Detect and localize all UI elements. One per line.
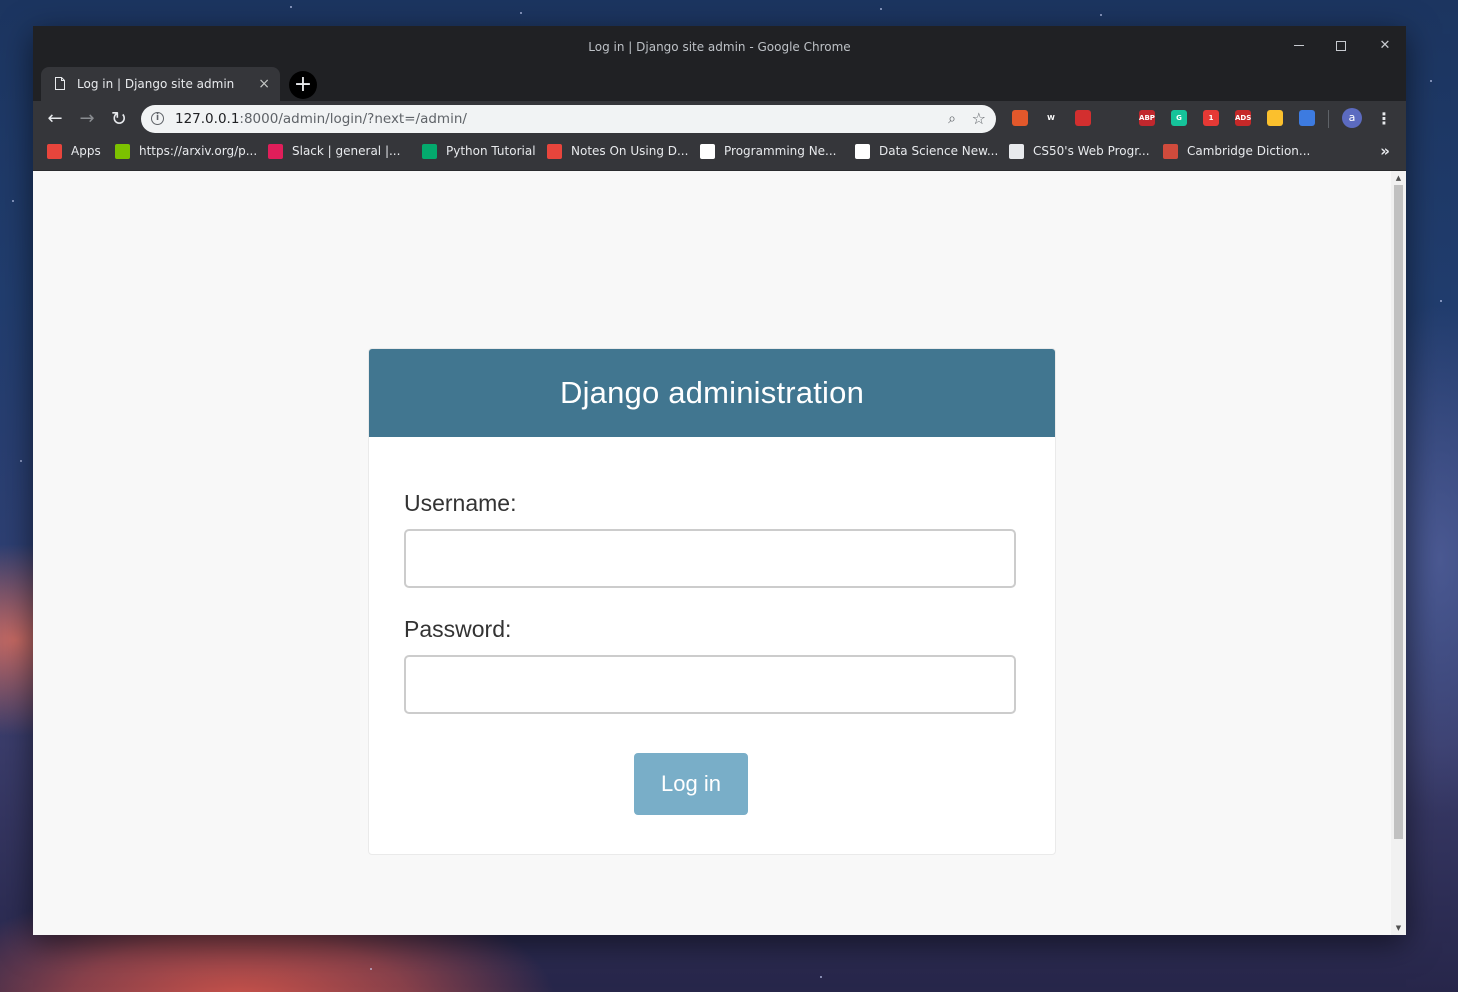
close-window-button[interactable]: ✕ — [1364, 26, 1406, 67]
tab-title: Log in | Django site admin — [77, 77, 235, 91]
ext-ads-icon[interactable]: ADS — [1235, 110, 1251, 126]
apps-grid-icon — [47, 144, 62, 159]
desktop-star — [520, 12, 522, 14]
username-label: Username: — [404, 490, 517, 516]
site-name: Django administration — [559, 375, 865, 410]
bookmark-label: Data Science New... — [879, 144, 999, 158]
page-scrollbar[interactable]: ▲ ▼ — [1391, 171, 1406, 935]
maximize-button[interactable] — [1320, 26, 1362, 67]
ext-bars-icon[interactable] — [1012, 110, 1028, 126]
ext-window-icon[interactable] — [1299, 110, 1315, 126]
minimize-button[interactable] — [1278, 26, 1320, 67]
ext-fist-icon[interactable] — [1107, 110, 1123, 126]
url-host: 127.0.0.1 — [175, 111, 240, 127]
bookmark-star-icon[interactable]: ☆ — [972, 105, 986, 133]
login-button[interactable]: Log in — [634, 753, 748, 815]
ext-hand-icon[interactable] — [1075, 110, 1091, 126]
desktop-star — [1100, 14, 1102, 16]
tab-login[interactable]: Log in | Django site admin × — [41, 67, 280, 101]
bookmark-label: Slack | general |... — [292, 144, 401, 158]
bookmark-label: Apps — [71, 144, 101, 158]
bookmark-label: Python Tutorial — [446, 144, 536, 158]
medium-icon — [855, 144, 870, 159]
cambridge-icon — [1163, 144, 1178, 159]
bookmark-label: https://arxiv.org/p... — [139, 144, 258, 158]
desktop-star — [1430, 80, 1432, 82]
bookmarks-bar: » Apps https://arxiv.org/p... Slack | gene… — [33, 137, 1406, 171]
page-viewport: Django administration Username: Password… — [33, 171, 1406, 935]
arxiv-icon — [115, 144, 130, 159]
desktop-star — [370, 968, 372, 970]
ext-badge-icon[interactable]: 1 — [1203, 110, 1219, 126]
window-titlebar: Log in | Django site admin - Google Chro… — [33, 26, 1406, 67]
desktop-star — [12, 200, 14, 202]
login-panel: Django administration Username: Password… — [368, 348, 1056, 855]
url-text[interactable]: 127.0.0.1:8000/admin/login/?next=/admin/ — [175, 105, 467, 133]
address-bar[interactable]: i 127.0.0.1:8000/admin/login/?next=/admi… — [141, 105, 996, 133]
reload-icon[interactable]: ↻ — [104, 104, 134, 134]
tab-close-icon[interactable]: × — [258, 67, 270, 101]
ext-w-icon[interactable]: W — [1043, 110, 1059, 126]
desktop-star — [880, 8, 882, 10]
bookmark-label: Cambridge Diction... — [1187, 144, 1311, 158]
scroll-down-icon[interactable]: ▼ — [1391, 921, 1406, 935]
ext-grammarly-icon[interactable]: G — [1171, 110, 1187, 126]
password-label: Password: — [404, 616, 512, 642]
bookmark-label: Programming Ne... — [724, 144, 837, 158]
site-info-icon[interactable]: i — [151, 112, 164, 125]
cs50-icon — [1009, 144, 1024, 159]
ext-abp-icon[interactable]: ABP — [1139, 110, 1155, 126]
back-icon[interactable]: ← — [40, 104, 70, 134]
bookmarks-overflow-icon[interactable]: » — [1380, 137, 1390, 166]
w3schools-icon — [422, 144, 437, 159]
profile-avatar[interactable]: a — [1342, 108, 1362, 128]
login-header: Django administration — [369, 349, 1055, 437]
toolbar-separator — [1328, 110, 1329, 128]
desktop-star — [20, 460, 22, 462]
new-tab-button[interactable]: + — [289, 71, 317, 99]
window-title: Log in | Django site admin - Google Chro… — [588, 40, 851, 54]
url-path: :8000/admin/login/?next=/admin/ — [239, 111, 467, 127]
slack-icon — [268, 144, 283, 159]
desktop-star — [1440, 300, 1442, 302]
desktop-star — [290, 6, 292, 8]
medium-icon — [700, 144, 715, 159]
tab-strip: Log in | Django site admin × + — [33, 67, 1406, 101]
ext-color-icon[interactable] — [1267, 110, 1283, 126]
scrollbar-thumb[interactable] — [1394, 185, 1403, 839]
bookmark-label: CS50's Web Progr... — [1033, 144, 1150, 158]
zoom-icon[interactable]: ⌕ — [948, 105, 956, 133]
page-icon — [55, 77, 65, 90]
chrome-menu-icon[interactable]: ⋮ — [1375, 101, 1393, 137]
notes-icon — [547, 144, 562, 159]
bookmark-label: Notes On Using D... — [571, 144, 689, 158]
username-input[interactable] — [404, 529, 1016, 588]
browser-window: Log in | Django site admin - Google Chro… — [33, 26, 1406, 935]
desktop-star — [820, 976, 822, 978]
forward-icon[interactable]: → — [72, 104, 102, 134]
browser-toolbar: ← → ↻ i 127.0.0.1:8000/admin/login/?next… — [33, 101, 1406, 137]
password-input[interactable] — [404, 655, 1016, 714]
scroll-up-icon[interactable]: ▲ — [1391, 171, 1406, 185]
